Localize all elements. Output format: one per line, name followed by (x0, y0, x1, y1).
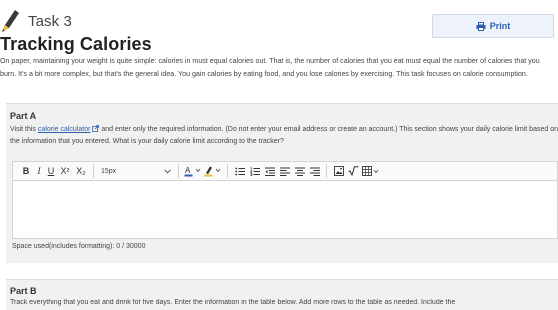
subscript-button[interactable]: X₂ (73, 162, 89, 180)
task-header: Task 3 (0, 8, 72, 34)
part-b-section: Part B Track everything that you eat and… (6, 279, 558, 310)
align-right-button[interactable] (307, 162, 322, 180)
toolbar-divider (93, 164, 94, 178)
align-center-icon (294, 167, 305, 176)
part-a-label: Part A (10, 111, 37, 121)
intro-text: On paper, maintaining your weight is qui… (0, 57, 540, 78)
square-root-icon (348, 166, 359, 176)
toolbar-divider (178, 164, 179, 178)
insert-table-button[interactable] (361, 162, 381, 180)
part-b-text: Track everything that you eat and drink … (10, 299, 456, 306)
pencil-icon (0, 8, 22, 34)
font-size-value: 15px (101, 167, 117, 175)
task-label: Task 3 (28, 12, 72, 30)
underline-button[interactable]: U (45, 162, 57, 180)
bulleted-list-button[interactable] (232, 162, 247, 180)
insert-image-button[interactable] (331, 162, 346, 180)
part-b-label: Part B (10, 286, 37, 296)
toolbar-divider (227, 164, 228, 178)
text-color-button[interactable]: A (183, 162, 203, 180)
align-left-icon (279, 167, 290, 176)
font-size-select[interactable]: 15px (98, 162, 174, 180)
outdent-icon (264, 167, 275, 176)
print-label: Print (489, 21, 511, 31)
insert-math-button[interactable] (346, 162, 361, 180)
numbered-list-icon (249, 167, 260, 176)
print-button[interactable]: Print (432, 14, 554, 38)
part-a-section: Part A Visit this calorie calculator and… (6, 103, 558, 263)
external-link-icon (92, 125, 101, 133)
part-a-text: Visit this calorie calculator and enter … (10, 124, 558, 147)
align-left-button[interactable] (277, 162, 292, 180)
page-title: Tracking Calories (0, 34, 152, 54)
answer-text-editor[interactable] (12, 181, 558, 239)
image-icon (333, 166, 344, 176)
printer-icon (476, 21, 486, 31)
numbered-list-button[interactable] (247, 162, 262, 180)
part-a-text-before: Visit this (10, 126, 38, 133)
align-center-button[interactable] (292, 162, 307, 180)
bold-button[interactable]: B (19, 162, 33, 180)
highlighter-icon (204, 166, 221, 177)
bulleted-list-icon (234, 167, 245, 175)
italic-button[interactable]: I (33, 162, 45, 180)
table-icon (362, 166, 379, 176)
svg-text:A: A (185, 166, 191, 175)
space-used-counter: Space used(includes formatting): 0 / 300… (12, 243, 146, 250)
calorie-calculator-link[interactable]: calorie calculator (38, 126, 91, 133)
toolbar-divider (326, 164, 327, 178)
chevron-down-icon (164, 168, 171, 174)
outdent-button[interactable] (262, 162, 277, 180)
align-right-icon (309, 167, 320, 176)
superscript-button[interactable]: X² (57, 162, 73, 180)
highlight-color-button[interactable] (203, 162, 223, 180)
editor-toolbar: B I U X² X₂ 15px A (12, 161, 558, 181)
text-color-icon: A (184, 166, 201, 177)
